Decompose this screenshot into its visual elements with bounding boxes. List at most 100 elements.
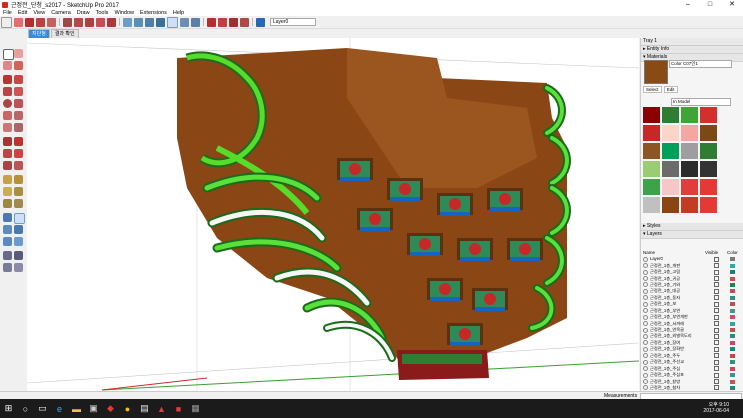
active-layer-radio[interactable] bbox=[643, 301, 648, 307]
orbit-icon[interactable] bbox=[156, 17, 165, 27]
material-library-select[interactable]: In Model bbox=[671, 98, 731, 106]
layers-section[interactable]: ▾ Layers bbox=[641, 231, 743, 239]
search-icon[interactable]: ○ bbox=[19, 402, 32, 415]
zoom-icon[interactable] bbox=[3, 225, 12, 234]
menu-tools[interactable]: Tools bbox=[93, 10, 112, 16]
material-swatch[interactable] bbox=[662, 197, 679, 213]
shape-icon[interactable] bbox=[36, 17, 45, 27]
warehouse-icon[interactable] bbox=[207, 17, 216, 27]
layer-visible-checkbox[interactable] bbox=[714, 327, 719, 333]
previous-view-icon[interactable] bbox=[14, 237, 23, 246]
menu-extensions[interactable]: Extensions bbox=[137, 10, 170, 16]
store-icon[interactable]: ▣ bbox=[87, 402, 100, 415]
material-swatch[interactable] bbox=[662, 143, 679, 159]
scale-icon[interactable] bbox=[96, 17, 105, 27]
axes-icon[interactable] bbox=[145, 17, 154, 27]
active-layer-radio[interactable] bbox=[643, 269, 648, 275]
layer-visible-checkbox[interactable] bbox=[714, 301, 719, 307]
task-view-icon[interactable]: ▭ bbox=[36, 402, 49, 415]
app-icon-4[interactable]: ▦ bbox=[189, 402, 202, 415]
layer-color-swatch[interactable] bbox=[730, 334, 735, 339]
line-icon[interactable] bbox=[3, 75, 12, 84]
current-material-swatch[interactable] bbox=[644, 60, 668, 84]
layer-color-swatch[interactable] bbox=[730, 263, 735, 268]
layer-visible-checkbox[interactable] bbox=[714, 340, 719, 346]
active-layer-radio[interactable] bbox=[643, 295, 648, 301]
active-layer-radio[interactable] bbox=[643, 340, 648, 346]
pie-icon[interactable] bbox=[14, 123, 23, 132]
layer-visible-checkbox[interactable] bbox=[714, 314, 719, 320]
scale-icon[interactable] bbox=[3, 161, 12, 170]
layer-color-swatch[interactable] bbox=[730, 295, 735, 300]
active-layer-radio[interactable] bbox=[643, 366, 648, 372]
layer-visible-checkbox[interactable] bbox=[714, 295, 719, 301]
eraser-icon[interactable] bbox=[14, 17, 23, 27]
layer-visible-checkbox[interactable] bbox=[714, 346, 719, 352]
active-layer-radio[interactable] bbox=[643, 327, 648, 333]
layer-select[interactable]: Layer0 bbox=[270, 18, 316, 26]
layer-visible-checkbox[interactable] bbox=[714, 372, 719, 378]
tape-measure-icon[interactable] bbox=[123, 17, 132, 27]
push-pull-icon[interactable] bbox=[14, 137, 23, 146]
pan-icon[interactable] bbox=[14, 213, 25, 224]
active-layer-radio[interactable] bbox=[643, 282, 648, 288]
close-button[interactable]: ✕ bbox=[721, 0, 743, 9]
paint-icon[interactable] bbox=[14, 61, 23, 70]
material-swatch[interactable] bbox=[681, 107, 698, 123]
material-swatch[interactable] bbox=[662, 161, 679, 177]
tab-select[interactable]: Select bbox=[643, 86, 662, 93]
chrome-icon[interactable]: ● bbox=[121, 402, 134, 415]
section-plane-icon[interactable] bbox=[14, 263, 23, 272]
arc-icon[interactable] bbox=[3, 111, 12, 120]
zoom-icon[interactable] bbox=[180, 17, 189, 27]
material-swatch[interactable] bbox=[643, 125, 660, 141]
offset-icon[interactable] bbox=[107, 17, 116, 27]
push-pull-icon[interactable] bbox=[63, 17, 72, 27]
layer-color-swatch[interactable] bbox=[730, 315, 735, 320]
layer-visible-checkbox[interactable] bbox=[714, 269, 719, 275]
material-swatch[interactable] bbox=[700, 125, 717, 141]
active-layer-radio[interactable] bbox=[643, 321, 648, 327]
axes-icon[interactable] bbox=[3, 199, 12, 208]
paint-bucket-icon[interactable] bbox=[47, 17, 56, 27]
menu-draw[interactable]: Draw bbox=[74, 10, 93, 16]
material-swatch[interactable] bbox=[643, 179, 660, 195]
layer-visible-checkbox[interactable] bbox=[714, 256, 719, 262]
layer-visible-checkbox[interactable] bbox=[714, 288, 719, 294]
styles-section[interactable]: ▸ Styles bbox=[641, 223, 743, 231]
tape-measure-icon[interactable] bbox=[3, 175, 12, 184]
material-swatch[interactable] bbox=[700, 161, 717, 177]
dimension-icon[interactable] bbox=[14, 175, 23, 184]
three-point-arc-icon[interactable] bbox=[3, 123, 12, 132]
follow-me-icon[interactable] bbox=[14, 149, 23, 158]
layer-color-swatch[interactable] bbox=[730, 257, 735, 262]
layer-visible-checkbox[interactable] bbox=[714, 385, 719, 391]
text-icon[interactable] bbox=[14, 187, 23, 196]
layer-visible-checkbox[interactable] bbox=[714, 353, 719, 359]
offset-icon[interactable] bbox=[14, 161, 23, 170]
layer-color-swatch[interactable] bbox=[730, 353, 735, 358]
material-swatch[interactable] bbox=[700, 197, 717, 213]
active-layer-radio[interactable] bbox=[643, 379, 648, 385]
two-point-arc-icon[interactable] bbox=[14, 111, 23, 120]
layer-color-swatch[interactable] bbox=[730, 321, 735, 326]
active-layer-radio[interactable] bbox=[643, 314, 648, 320]
menu-camera[interactable]: Camera bbox=[48, 10, 74, 16]
freehand-icon[interactable] bbox=[14, 75, 23, 84]
menu-help[interactable]: Help bbox=[170, 10, 187, 16]
model-viewport[interactable] bbox=[27, 38, 639, 391]
active-layer-radio[interactable] bbox=[643, 346, 648, 352]
layer-visible-checkbox[interactable] bbox=[714, 263, 719, 269]
layer-color-swatch[interactable] bbox=[730, 347, 735, 352]
layer-color-swatch[interactable] bbox=[730, 379, 735, 384]
material-swatch[interactable] bbox=[643, 197, 660, 213]
app-icon-1[interactable]: ▤ bbox=[138, 402, 151, 415]
active-layer-radio[interactable] bbox=[643, 308, 648, 314]
layer-color-swatch[interactable] bbox=[730, 328, 735, 333]
maximize-button[interactable]: □ bbox=[699, 0, 721, 9]
active-layer-radio[interactable] bbox=[643, 263, 648, 269]
circle-icon[interactable] bbox=[3, 99, 12, 108]
extension-warehouse-icon[interactable] bbox=[218, 17, 227, 27]
layer-visible-checkbox[interactable] bbox=[714, 333, 719, 339]
layer-color-swatch[interactable] bbox=[730, 270, 735, 275]
